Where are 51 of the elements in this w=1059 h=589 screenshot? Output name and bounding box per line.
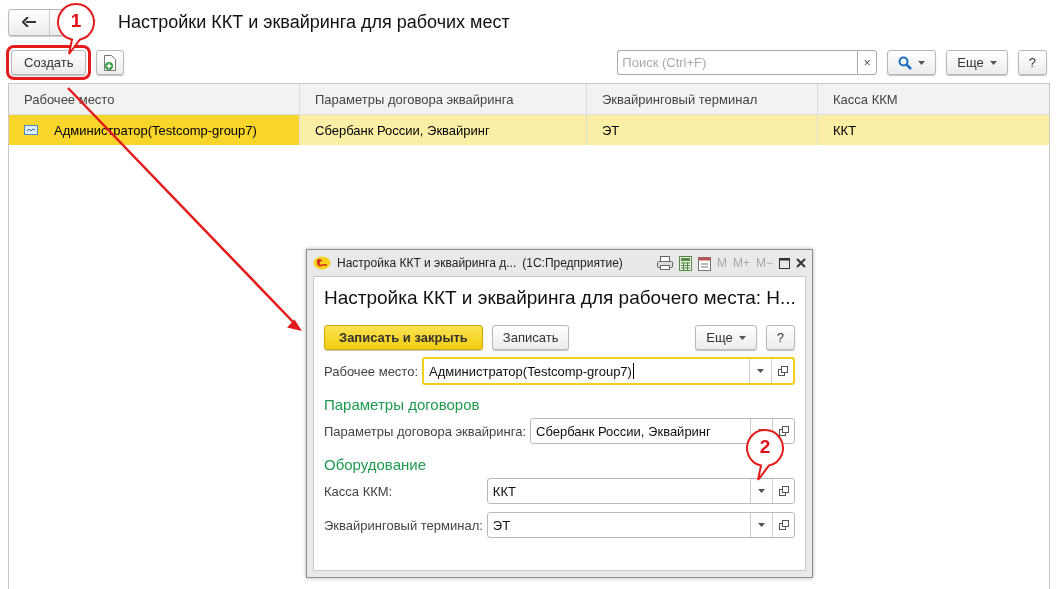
table-cell: ЭТ [587, 115, 818, 145]
more-button[interactable]: Еще [695, 325, 757, 350]
table-cell-text: ККТ [832, 121, 858, 140]
open-icon[interactable] [777, 366, 788, 376]
window-title: Настройка ККТ и эквайринга д... [337, 256, 517, 270]
dropdown-icon[interactable] [758, 489, 765, 493]
help-button[interactable]: ? [765, 325, 795, 350]
maximize-icon[interactable] [779, 257, 790, 269]
section-title: Оборудование [324, 456, 428, 473]
search-field[interactable]: Поиск (Ctrl+F) [617, 50, 858, 75]
caret-icon [989, 60, 997, 65]
copy-button[interactable] [96, 50, 125, 75]
combo-field[interactable]: Администратор(Testcomp-group7) [422, 357, 795, 385]
dropdown-icon[interactable] [758, 523, 765, 527]
caret-icon [918, 60, 926, 65]
record-icon [24, 125, 38, 135]
callout-tooltip: 1 [56, 2, 96, 56]
combo-field[interactable]: ЭТ [486, 512, 795, 538]
print-icon[interactable] [656, 256, 673, 270]
column-header[interactable]: Параметры договора эквайринга [300, 84, 587, 114]
column-header[interactable]: Рабочее место [9, 84, 300, 114]
field-label: Эквайринговый терминал: [324, 517, 483, 533]
dropdown-icon[interactable] [757, 369, 764, 373]
form-heading: Настройка ККТ и эквайринга для рабочего места: Н... [324, 287, 795, 309]
open-icon[interactable] [778, 520, 789, 530]
page-title: Настройки ККТ и эквайринга для рабочих мест [118, 11, 510, 33]
search-button[interactable] [887, 50, 937, 75]
more-button[interactable]: Еще [946, 50, 1008, 75]
column-header[interactable]: Касса ККМ [818, 84, 1049, 114]
save-and-close-button[interactable]: Записать и закрыть [324, 325, 483, 350]
search-icon [898, 55, 913, 70]
caret-icon [738, 335, 746, 340]
calculator-icon[interactable] [678, 255, 692, 271]
app-logo-icon [313, 256, 331, 270]
save-button[interactable]: Записать [491, 325, 570, 350]
open-icon[interactable] [778, 426, 789, 436]
section-title: Параметры договоров [324, 396, 481, 413]
column-header[interactable]: Эквайринговый терминал [587, 84, 818, 114]
help-button[interactable]: ? [1017, 50, 1047, 75]
clear-button[interactable]: × [857, 50, 878, 75]
add-document-icon [103, 54, 118, 71]
left-arrow-icon [22, 17, 36, 27]
field-label: Касса ККМ: [324, 483, 394, 499]
open-icon[interactable] [778, 486, 789, 496]
close-icon[interactable] [796, 258, 806, 268]
calendar-icon[interactable] [697, 255, 711, 271]
table-cell: Сбербанк России, Эквайринг [300, 115, 587, 145]
field-label: Параметры договора эквайринга: [324, 423, 526, 439]
field-label: Рабочее место: [324, 363, 419, 379]
callout-tooltip: 2 [745, 428, 785, 482]
app-name: (1С:Предприятие) [522, 256, 623, 270]
